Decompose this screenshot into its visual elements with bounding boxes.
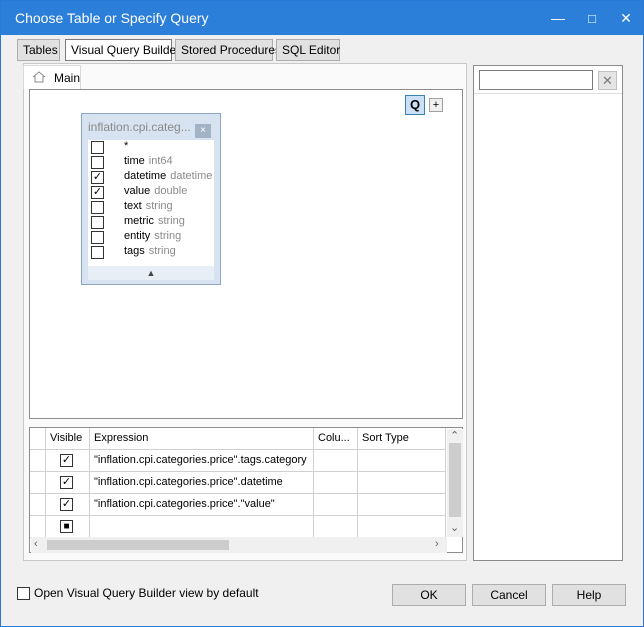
row-selector[interactable] [30,472,46,494]
grid-column-cell[interactable] [314,472,358,494]
field-row[interactable]: text string [88,200,214,215]
ok-button[interactable]: OK [392,584,466,606]
grid-sort-type-cell[interactable] [358,472,446,494]
field-row[interactable]: ✓ datetime datetime [88,170,214,185]
field-checkbox[interactable] [91,231,104,244]
open-default-label[interactable]: Open Visual Query Builder view by defaul… [34,586,259,600]
grid-expression-cell[interactable]: "inflation.cpi.categories.price".datetim… [90,472,314,494]
maximize-button[interactable]: □ [575,1,609,35]
grid-header-visible[interactable]: Visible [46,428,90,450]
row-selector[interactable] [30,516,46,538]
field-name: time [124,155,145,167]
field-row[interactable]: tags string [88,245,214,260]
grid-visible-cell[interactable]: ✓ [46,472,90,494]
window-title: Choose Table or Specify Query [15,10,209,26]
field-name: datetime [124,170,167,182]
field-row[interactable]: * [88,140,214,155]
grid-expression-cell[interactable]: "inflation.cpi.categories.price"."value" [90,494,314,516]
tab-tables[interactable]: Tables [17,39,60,61]
row-selector[interactable] [30,494,46,516]
grid-visible-cell[interactable]: ✓ [46,450,90,472]
field-checkbox[interactable] [91,141,104,154]
collapse-arrow-icon[interactable]: ▲ [88,266,214,280]
scroll-left-icon[interactable]: ‹ [34,538,38,550]
table-object-title[interactable]: inflation.cpi.categ... [88,120,194,138]
dialog-window: Choose Table or Specify Query — □ ✕ Tabl… [0,0,644,627]
close-button[interactable]: ✕ [609,1,643,35]
scroll-up-icon[interactable]: ⌃ [450,429,459,442]
grid-visible-cell[interactable]: ■ [46,516,90,538]
table-object-box[interactable]: inflation.cpi.categ... × * time int64 ✓ d… [81,113,221,285]
row-selector[interactable] [30,450,46,472]
scroll-thumb[interactable] [449,443,461,517]
grid-header-sort-type[interactable]: Sort Type [358,428,446,450]
grid-header-expression[interactable]: Expression [90,428,314,450]
field-type: datetime [170,170,213,182]
object-tree-panel [473,65,623,561]
main-tab-label: Main [54,71,81,85]
grid-vertical-scrollbar[interactable]: ⌃ ⌄ [447,429,463,537]
field-list: * time int64 ✓ datetime datetime ✓ value do… [88,140,214,266]
scroll-right-icon[interactable]: › [435,538,439,550]
field-name: * [124,140,129,152]
field-type: double [154,185,188,197]
minimize-button[interactable]: — [541,1,575,35]
add-object-button[interactable]: + [429,98,443,112]
grid-header-column[interactable]: Colu... [314,428,358,450]
field-checkbox[interactable] [91,201,104,214]
field-row[interactable]: ✓ value double [88,185,214,200]
tab-sql-editor[interactable]: SQL Editor [276,39,340,61]
panel-divider [474,93,622,94]
field-checkbox[interactable] [91,156,104,169]
visible-checkbox[interactable]: ✓ [60,454,73,467]
grid-visible-cell[interactable]: ✓ [46,494,90,516]
tab-stored-procedures[interactable]: Stored Procedures [175,39,281,61]
grid-expression-cell[interactable] [90,516,314,538]
close-icon[interactable]: × [195,124,211,138]
scroll-thumb[interactable] [47,540,229,550]
field-type: string [145,200,173,212]
field-checkbox[interactable] [91,216,104,229]
clear-search-icon[interactable]: ✕ [598,71,617,90]
grid-column-cell[interactable] [314,516,358,538]
grid-column-cell[interactable] [314,450,358,472]
grid-sort-type-cell[interactable] [358,450,446,472]
field-name: metric [124,215,154,227]
columns-grid: Visible Expression Colu... Sort Type ✓ "… [29,427,463,553]
grid-horizontal-scrollbar[interactable]: ‹ › [31,537,447,553]
grid-sort-type-cell[interactable] [358,516,446,538]
help-button[interactable]: Help [552,584,626,606]
field-row[interactable]: time int64 [88,155,214,170]
field-checkbox[interactable] [91,246,104,259]
grid-sort-type-cell[interactable] [358,494,446,516]
field-checkbox[interactable]: ✓ [91,171,104,184]
field-name: tags [124,245,145,257]
scroll-down-icon[interactable]: ⌄ [450,521,459,534]
field-row[interactable]: metric string [88,215,214,230]
visible-checkbox[interactable]: ✓ [60,498,73,511]
field-type: string [148,245,176,257]
object-search-input[interactable] [479,70,593,90]
row-header-corner [30,428,46,450]
field-type: string [157,215,185,227]
field-checkbox[interactable]: ✓ [91,186,104,199]
grid-expression-cell[interactable]: "inflation.cpi.categories.price".tags.ca… [90,450,314,472]
field-type: int64 [148,155,173,167]
field-name: entity [124,230,151,242]
cancel-button[interactable]: Cancel [472,584,546,606]
query-properties-button[interactable]: Q [405,95,425,115]
new-row-marker-icon[interactable]: ■ [60,520,73,533]
visible-checkbox[interactable]: ✓ [60,476,73,489]
field-name: text [124,200,142,212]
grid-column-cell[interactable] [314,494,358,516]
tab-visual-query-builder[interactable]: Visual Query Builder [65,39,180,61]
title-bar: Choose Table or Specify Query — □ ✕ [1,1,643,35]
open-default-checkbox[interactable] [17,587,30,600]
home-icon [32,71,46,83]
field-name: value [124,185,151,197]
tab-main[interactable]: Main [23,65,81,89]
field-type: string [154,230,182,242]
field-row[interactable]: entity string [88,230,214,245]
